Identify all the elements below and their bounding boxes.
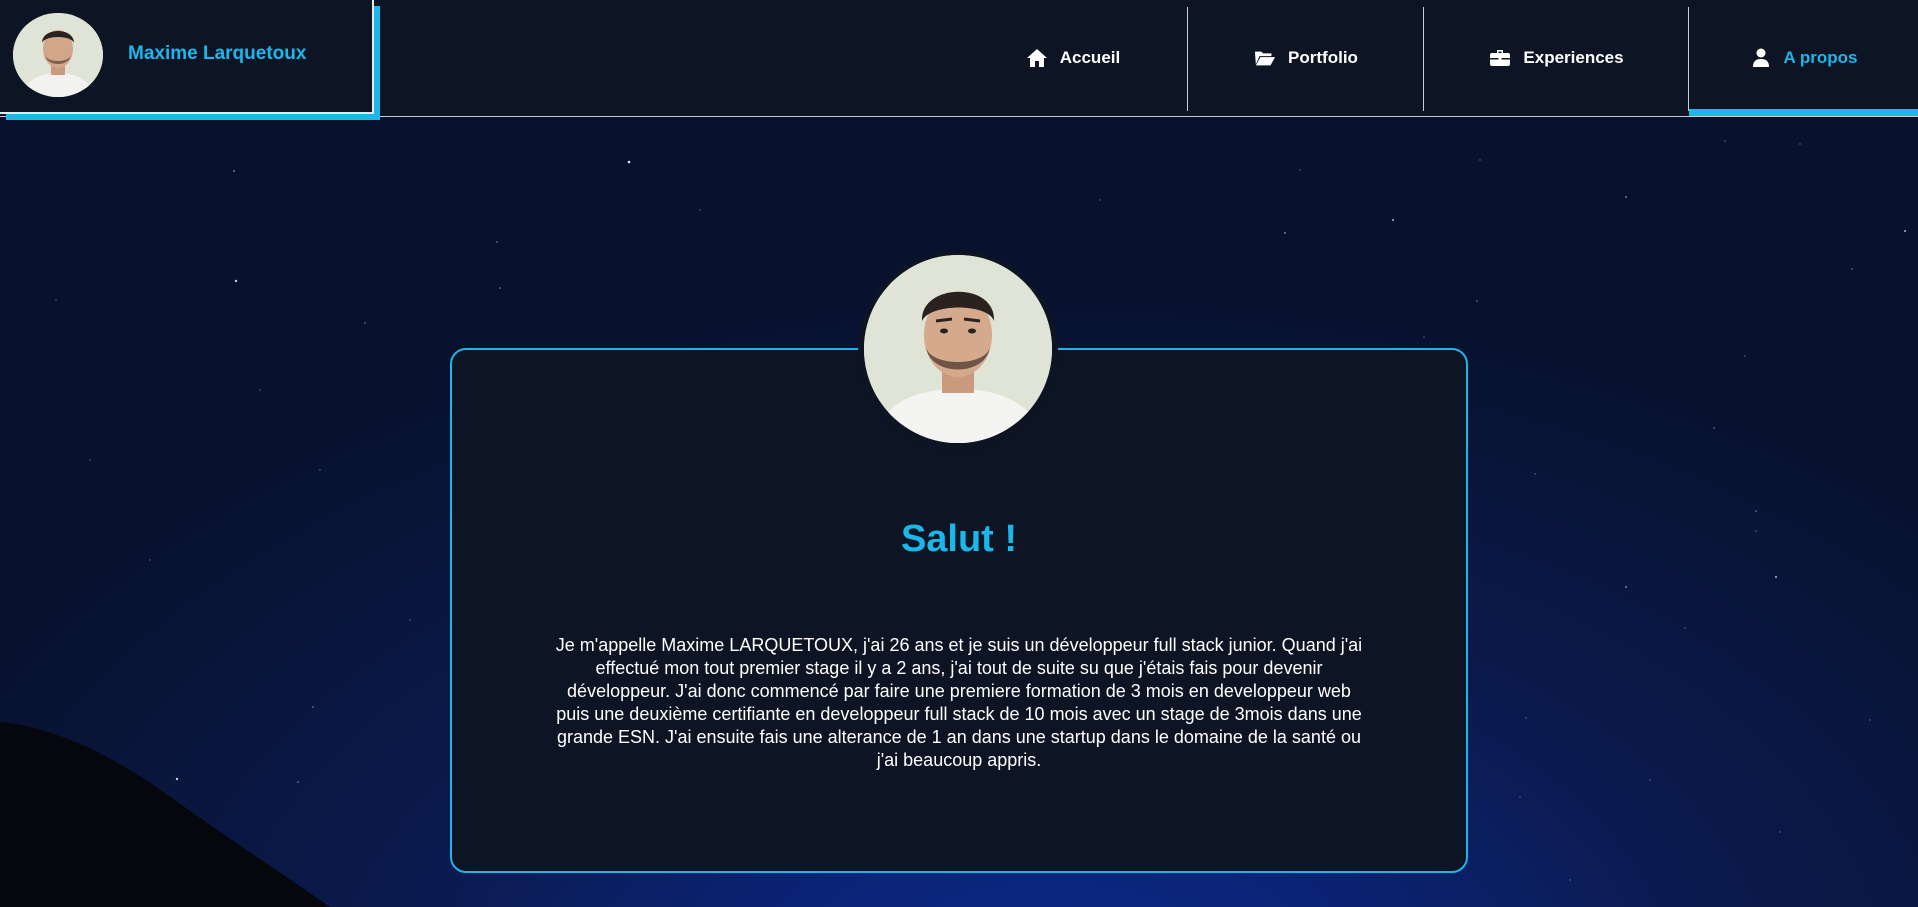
profile-photo-small <box>13 13 103 97</box>
folder-open-icon <box>1254 48 1276 68</box>
user-icon <box>1750 48 1772 68</box>
nav-label: A propos <box>1783 48 1858 67</box>
brand-name: Maxime Larquetoux <box>128 43 307 64</box>
nav-item-experiences[interactable]: Experiences <box>1424 0 1689 116</box>
home-icon <box>1026 48 1048 68</box>
avatar <box>13 13 103 97</box>
briefcase-icon <box>1489 48 1511 68</box>
nav-item-accueil[interactable]: Accueil <box>958 0 1188 116</box>
brand-home-link[interactable]: Maxime Larquetoux <box>0 0 374 114</box>
nav-item-a-propos[interactable]: A propos <box>1689 0 1918 116</box>
about-description: Je m'appelle Maxime LARQUETOUX, j'ai 26 … <box>555 635 1363 770</box>
nav-label: Accueil <box>1059 48 1121 67</box>
profile-photo <box>864 255 1052 443</box>
nav-label: Experiences <box>1523 48 1624 67</box>
nav-item-portfolio[interactable]: Portfolio <box>1188 0 1424 116</box>
main-nav: Accueil Portfolio Experiences A propos <box>958 0 1918 116</box>
nav-label: Portfolio <box>1288 48 1358 67</box>
page-title: Salut ! <box>900 518 1018 560</box>
